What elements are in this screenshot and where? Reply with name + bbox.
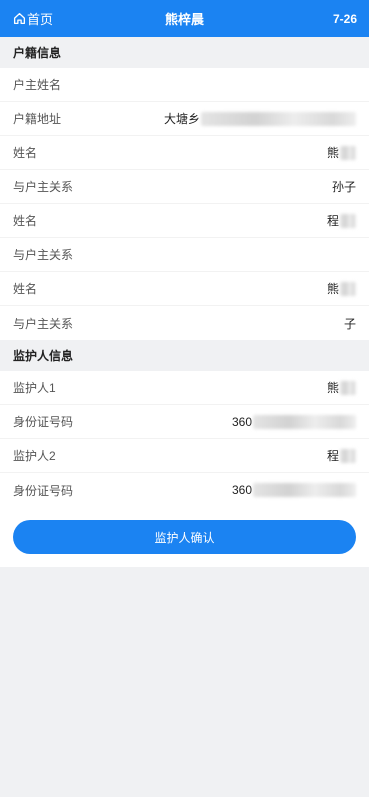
row-value: 360 [232, 414, 356, 429]
householder-name-row: 户主姓名 [0, 68, 369, 102]
redaction-blur [340, 213, 356, 228]
redaction-blur [340, 145, 356, 160]
row-value: 熊 [327, 379, 356, 396]
row-label: 户籍地址 [13, 112, 62, 126]
guardian-rows: 监护人1 熊 身份证号码 360 监护人2 程 身份证号码 360 [0, 371, 369, 507]
member-name-row: 姓名 熊 [0, 272, 369, 306]
home-icon [13, 12, 26, 25]
redaction-blur [201, 111, 356, 126]
row-value: 熊 [327, 144, 356, 161]
guardian-confirm-button[interactable]: 监护人确认 [13, 520, 356, 554]
row-value: 程 [327, 212, 356, 229]
household-section-title: 户籍信息 [0, 37, 369, 68]
page: 首页 熊梓晨 7-26 户籍信息 户主姓名 户籍地址 大塘乡 姓名 熊 与户主关… [0, 0, 369, 797]
member-relation-row: 与户主关系 子 [0, 306, 369, 340]
top-nav-bar: 首页 熊梓晨 7-26 [0, 0, 369, 37]
header-date: 7-26 [332, 11, 357, 26]
row-label: 监护人2 [13, 449, 56, 463]
guardian-2-row: 监护人2 程 [0, 439, 369, 473]
row-label: 与户主关系 [13, 248, 74, 262]
redaction-blur [340, 281, 356, 296]
row-label: 身份证号码 [13, 483, 74, 498]
guardian-1-id-row: 身份证号码 360 [0, 405, 369, 439]
redaction-blur [340, 380, 356, 395]
redaction-blur [253, 414, 356, 429]
guardian-1-row: 监护人1 熊 [0, 371, 369, 405]
guardian-2-id-row: 身份证号码 360 [0, 473, 369, 507]
row-value: 孙子 [331, 180, 356, 194]
household-address-row: 户籍地址 大塘乡 [0, 102, 369, 136]
household-rows: 户主姓名 户籍地址 大塘乡 姓名 熊 与户主关系 孙子 姓名 程 与户主关系 姓… [0, 68, 369, 340]
row-value: 360 [232, 483, 356, 497]
row-label: 与户主关系 [13, 316, 74, 331]
row-value: 程 [327, 447, 356, 464]
member-relation-row: 与户主关系 [0, 238, 369, 272]
row-label: 监护人1 [13, 381, 56, 395]
page-title: 熊梓晨 [164, 12, 204, 27]
member-relation-row: 与户主关系 孙子 [0, 170, 369, 204]
row-label: 与户主关系 [13, 180, 74, 194]
row-label: 姓名 [13, 214, 38, 228]
redaction-blur [340, 448, 356, 463]
button-area: 监护人确认 [0, 507, 369, 567]
redaction-blur [253, 483, 356, 497]
row-value: 熊 [327, 280, 356, 297]
member-name-row: 姓名 程 [0, 204, 369, 238]
member-name-row: 姓名 熊 [0, 136, 369, 170]
row-label: 姓名 [13, 146, 38, 160]
home-label: 首页 [27, 12, 54, 27]
row-value: 子 [343, 316, 356, 331]
row-label: 姓名 [13, 282, 38, 296]
row-label: 身份证号码 [13, 415, 74, 429]
row-value: 大塘乡 [164, 110, 356, 127]
home-button[interactable]: 首页 [13, 9, 53, 28]
guardian-section-title: 监护人信息 [0, 340, 369, 371]
row-label: 户主姓名 [13, 78, 62, 92]
